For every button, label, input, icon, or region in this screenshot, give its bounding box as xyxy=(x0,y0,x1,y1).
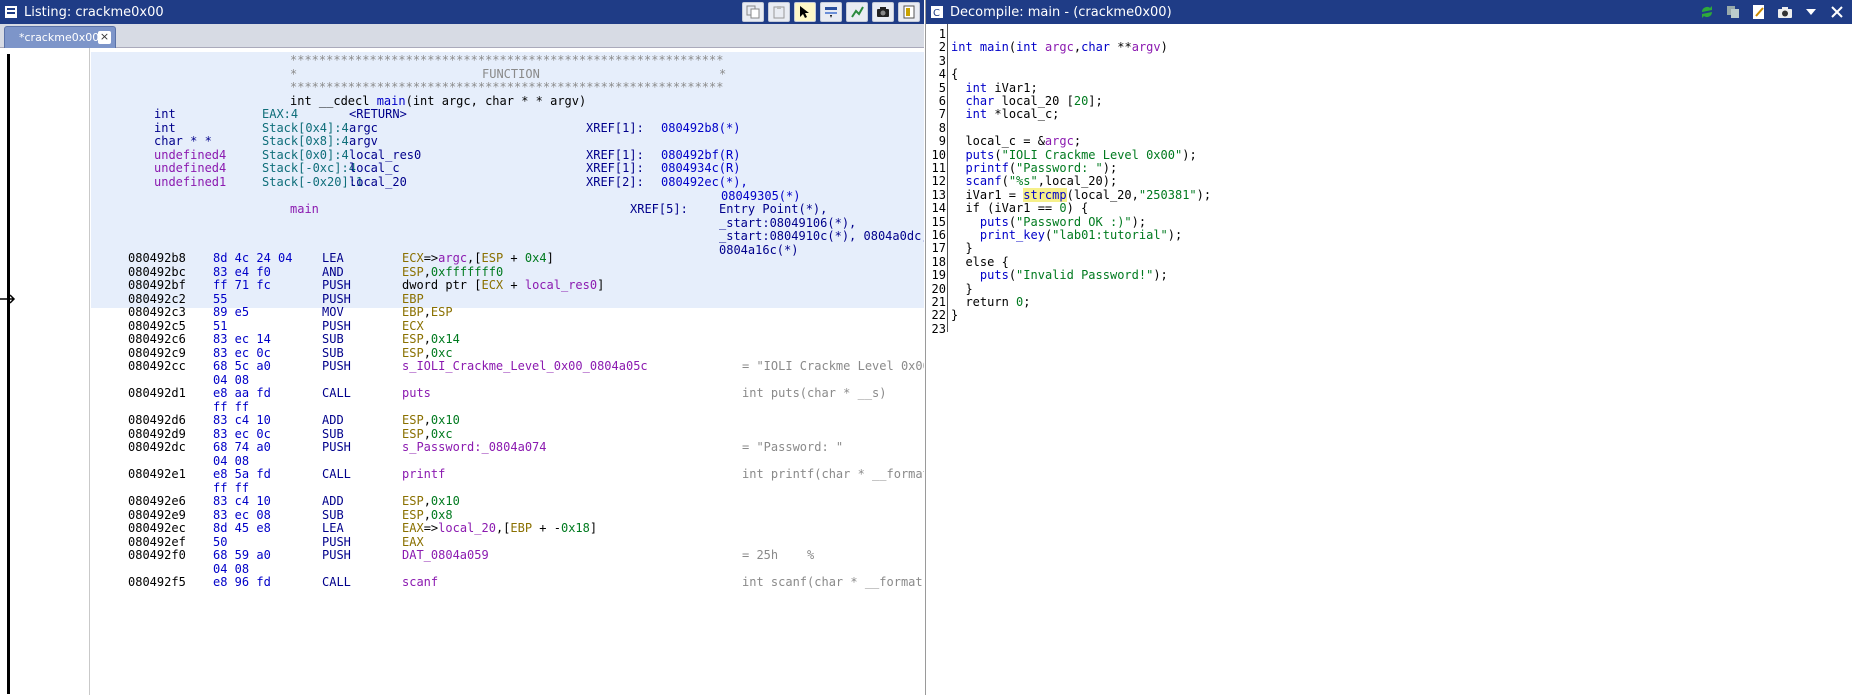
copy-disabled-icon xyxy=(1727,6,1739,18)
copy-disabled-button[interactable] xyxy=(1722,2,1744,22)
instruction-row[interactable]: 080492d1 e8 aa fd CALL puts int puts(char * … xyxy=(91,385,924,400)
instruction-operands[interactable]: scanf xyxy=(402,574,438,590)
code-line[interactable]: int *local_c; xyxy=(951,106,1059,122)
field-edit-button[interactable] xyxy=(820,2,842,22)
instruction-row[interactable]: 080492d6 83 c4 10 ADD ESP,0x10 xyxy=(91,412,924,427)
svg-text:C: C xyxy=(933,8,940,19)
cursor-select-icon xyxy=(800,6,809,18)
listing-titlebar: Listing: crackme0x00 xyxy=(0,0,924,24)
instruction-mnemonic: CALL xyxy=(322,575,351,589)
instruction-comment: int scanf(char * __format, xyxy=(742,575,924,589)
instruction-row[interactable]: 080492bf ff 71 fc PUSH dword ptr [ECX + loc… xyxy=(91,277,924,292)
instruction-address[interactable]: 080492f5 xyxy=(128,574,186,590)
instruction-row[interactable]: 080492dc 68 74 a0 PUSH s_Password:_0804a074… xyxy=(91,439,924,454)
param-type: undefined1 xyxy=(154,175,227,189)
instruction-row[interactable]: 080492e6 83 c4 10 ADD ESP,0x10 xyxy=(91,493,924,508)
instruction-row[interactable]: 080492f0 68 59 a0 PUSH DAT_0804a059 = 25h % xyxy=(91,547,924,562)
decompiler-view[interactable]: 1 2 3 4 5 6 7 8 9 10 11 12 13 14 15 16 17 18 19 20 21 22 23 in… xyxy=(926,24,1852,695)
instruction-row[interactable]: ff ff xyxy=(91,399,924,414)
listing-menu-button[interactable] xyxy=(898,2,920,22)
param-xref[interactable]: 080492b8(*) xyxy=(661,120,740,136)
refresh-icon xyxy=(1702,6,1712,18)
instruction-row[interactable]: 04 08 xyxy=(91,453,924,468)
instruction-row[interactable]: 080492c2 55 PUSH EBP xyxy=(91,291,924,306)
menu-icon xyxy=(903,5,915,19)
copy-button[interactable] xyxy=(742,2,764,22)
edit-function-button[interactable] xyxy=(1748,2,1770,22)
instruction-row[interactable]: 080492d9 83 ec 0c SUB ESP,0xc xyxy=(91,426,924,441)
listing-title: Listing: crackme0x00 xyxy=(24,4,164,20)
code-line[interactable]: print_key("lab01:tutorial"); xyxy=(951,227,1182,243)
param-storage: Stack[-0x20]:1 xyxy=(262,175,364,189)
flow-margin-line xyxy=(7,54,10,694)
decompile-window-icon: C xyxy=(931,6,943,19)
instruction-row[interactable]: 080492bc 83 e4 f0 AND ESP,0xfffffff0 xyxy=(91,264,924,279)
instruction-row[interactable]: 080492e1 e8 5a fd CALL printf int printf(cha… xyxy=(91,466,924,481)
dropdown-icon xyxy=(1806,9,1816,15)
instruction-bytes: e8 96 fd xyxy=(213,575,271,589)
code-line[interactable]: puts("Invalid Password!"); xyxy=(951,267,1168,283)
snapshot-button[interactable] xyxy=(872,2,894,22)
listing-tabstrip: *crackme0x00 × xyxy=(0,24,924,48)
instruction-row[interactable]: 080492c9 83 ec 0c SUB ESP,0xc xyxy=(91,345,924,360)
listing-window-icon xyxy=(5,6,17,18)
code-line[interactable]: return 0; xyxy=(951,294,1030,310)
function-signature: int __cdecl main(int argc, char * * argv… xyxy=(290,93,586,109)
instruction-row[interactable]: 080492ec 8d 45 e8 LEA EAX=>local_20,[EBP + … xyxy=(91,520,924,535)
instruction-row[interactable]: 080492c6 83 ec 14 SUB ESP,0x14 xyxy=(91,331,924,346)
instruction-row[interactable]: 04 08 xyxy=(91,561,924,576)
param-xref-label: XREF[1]: xyxy=(586,121,644,135)
instruction-row[interactable]: 080492c3 89 e5 MOV EBP,ESP xyxy=(91,304,924,319)
tab-close-icon[interactable]: × xyxy=(98,31,111,44)
decomp-menu-dropdown[interactable] xyxy=(1800,2,1822,22)
function-label-main[interactable]: main xyxy=(290,201,319,217)
code-line[interactable]: int main(int argc,char **argv) xyxy=(951,39,1168,55)
edit-function-icon xyxy=(1753,5,1764,19)
signature-suffix: (int argc, char * * argv) xyxy=(405,94,587,108)
instruction-row[interactable]: 080492cc 68 5c a0 PUSH s_IOLI_Crackme_Level… xyxy=(91,358,924,373)
refresh-button[interactable] xyxy=(1696,2,1718,22)
close-icon xyxy=(1831,6,1843,18)
copy-icon xyxy=(746,5,760,19)
instruction-row[interactable]: ff ff xyxy=(91,480,924,495)
instruction-row[interactable]: 080492b8 8d 4c 24 04 LEA ECX=>argc,[ESP + 0… xyxy=(91,250,924,265)
decompile-titlebar: C Decompile: main - (crackme0x00) xyxy=(926,0,1852,24)
instruction-row[interactable]: 080492c5 51 PUSH ECX xyxy=(91,318,924,333)
field-edit-icon xyxy=(825,7,837,18)
instruction-row[interactable]: 04 08 xyxy=(91,372,924,387)
code-line[interactable]: } xyxy=(951,307,958,323)
decompile-window: C Decompile: main - (crackme0x00) 123456… xyxy=(925,0,1852,695)
listing-margin[interactable] xyxy=(0,48,90,695)
listing-window: Listing: crackme0x00 *crackme0x00 × ****… xyxy=(0,0,924,695)
flow-arrow-icon xyxy=(0,294,16,304)
tab-crackme0x00[interactable]: *crackme0x00 × xyxy=(4,26,116,48)
instruction-row[interactable]: 080492ef 50 PUSH EAX xyxy=(91,534,924,549)
decompile-title: Decompile: main - (crackme0x00) xyxy=(950,4,1172,20)
param-xref-label: XREF[2]: xyxy=(586,175,644,189)
param-name[interactable]: local_20 xyxy=(349,174,407,190)
snapshot-icon xyxy=(877,7,889,17)
paste-icon xyxy=(773,6,785,19)
line-number: 23 xyxy=(931,321,946,336)
instruction-row[interactable]: 080492e9 83 ec 08 SUB ESP,0x8 xyxy=(91,507,924,522)
instruction-row[interactable]: 080492f5 e8 96 fd CALL scanf int scanf(char … xyxy=(91,574,924,590)
decomp-snapshot-button[interactable] xyxy=(1774,2,1796,22)
flow-arrows-button[interactable] xyxy=(846,2,868,22)
snapshot-icon xyxy=(1778,7,1792,18)
listing-view[interactable]: ****************************************… xyxy=(91,48,924,695)
label-xref-label: XREF[5]: xyxy=(630,202,688,216)
decomp-close-button[interactable] xyxy=(1826,2,1848,22)
flow-arrows-icon xyxy=(851,6,864,18)
paste-button[interactable] xyxy=(768,2,790,22)
tab-label: *crackme0x00 xyxy=(19,31,100,44)
cursor-select-button[interactable] xyxy=(794,2,816,22)
margin-divider xyxy=(89,48,90,695)
line-number-gutter: 1 2 3 4 5 6 7 8 9 10 11 12 13 14 15 16 17 18 19 20 21 22 23 xyxy=(926,24,948,336)
